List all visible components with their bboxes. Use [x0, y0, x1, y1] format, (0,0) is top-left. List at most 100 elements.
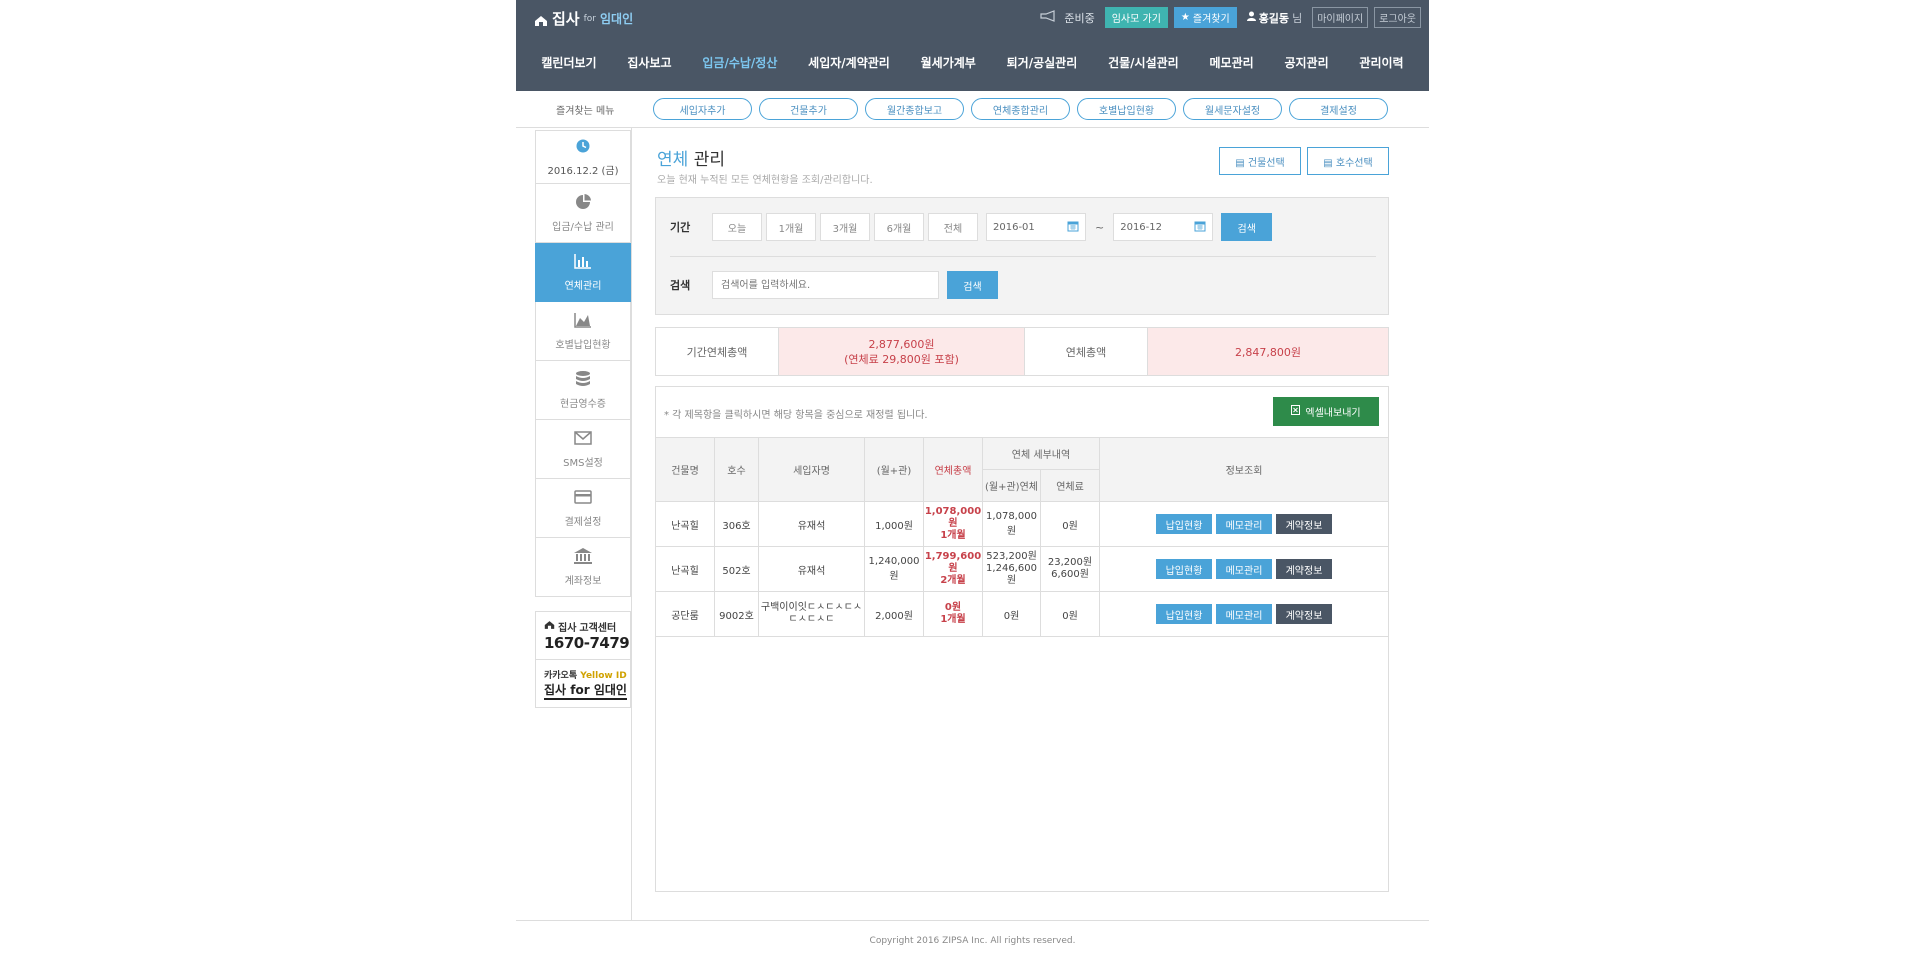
main-nav: 캘린더보기 집사보고 입금/수납/정산 세입자/계약관리 월세가계부 퇴거/공실… — [516, 44, 1429, 80]
period-1m[interactable]: 1개월 — [766, 213, 816, 241]
search-input[interactable] — [712, 271, 939, 299]
page-wrapper: 집사 for 임대인 준비중 임사모 가기 ★ 즐겨찾기 홍길동 님 마이페이지… — [516, 0, 1429, 968]
sidebar-item-overdue[interactable]: 연체관리 — [535, 243, 631, 302]
sidebar-item-account-info[interactable]: 계좌정보 — [535, 538, 631, 597]
contract-info-button[interactable]: 계약정보 — [1276, 514, 1332, 534]
logout-button[interactable]: 로그아웃 — [1374, 7, 1421, 28]
sidebar-item-sms[interactable]: SMS설정 — [535, 420, 631, 479]
fav-overdue-management[interactable]: 연체종합관리 — [971, 98, 1070, 120]
calendar-icon[interactable] — [1194, 220, 1206, 235]
col-overdue-detail[interactable]: 연체 세부내역 — [982, 437, 1100, 470]
cell-detail-rent: 0원 — [982, 591, 1041, 637]
nav-tenants[interactable]: 세입자/계약관리 — [808, 54, 890, 71]
pay-status-button[interactable]: 납입현황 — [1156, 559, 1212, 579]
page-title-highlight: 연체 — [657, 150, 689, 170]
fav-add-tenant[interactable]: 세입자추가 — [653, 98, 752, 120]
nav-memo[interactable]: 메모관리 — [1209, 54, 1253, 71]
keyword-search-button[interactable]: 검색 — [947, 271, 998, 299]
nav-calendar[interactable]: 캘린더보기 — [541, 54, 596, 71]
pay-status-button[interactable]: 납입현황 — [1156, 514, 1212, 534]
nav-buildings[interactable]: 건물/시설관리 — [1108, 54, 1179, 71]
date-to-input[interactable]: 2016-12 — [1113, 213, 1214, 241]
memo-button[interactable]: 메모관리 — [1216, 514, 1272, 534]
contract-info-button[interactable]: 계약정보 — [1276, 604, 1332, 624]
memo-button[interactable]: 메모관리 — [1216, 604, 1272, 624]
cell-detail-rent: 1,078,000원 — [982, 501, 1041, 547]
nav-report[interactable]: 집사보고 — [627, 54, 671, 71]
page-subtitle: 오늘 현재 누적된 모든 연체현황을 조회/관리합니다. — [657, 175, 873, 186]
kakao-name: 집사 for 임대인 — [544, 681, 627, 700]
nav-ledger[interactable]: 월세가계부 — [921, 54, 976, 71]
sidebar-item-cash-receipt[interactable]: 현금영수증 — [535, 361, 631, 420]
period-total-label: 기간연체총액 — [686, 345, 748, 359]
nav-payments[interactable]: 입금/수납/정산 — [702, 54, 777, 71]
go-community-button[interactable]: 임사모 가기 — [1104, 7, 1168, 28]
document-icon: ▤ — [1323, 157, 1333, 169]
bar-chart-icon — [573, 252, 593, 273]
col-building[interactable]: 건물명 — [655, 437, 715, 502]
sidebar-divider — [631, 128, 632, 920]
detail-fee-2: 6,600원 — [1051, 569, 1089, 580]
period-search-button[interactable]: 검색 — [1221, 213, 1273, 241]
cell-detail-fee: 0원 — [1040, 591, 1100, 637]
pie-chart-icon — [573, 193, 593, 214]
megaphone-icon — [1040, 10, 1058, 25]
cell-unit: 502호 — [714, 546, 759, 592]
col-unit[interactable]: 호수 — [714, 437, 759, 502]
sidebar-item-payments[interactable]: 입금/수납 관리 — [535, 184, 631, 243]
pay-status-button[interactable]: 납입현황 — [1156, 604, 1212, 624]
col-overdue-total[interactable]: 연체총액 — [923, 437, 983, 502]
favorites-button[interactable]: ★ 즐겨찾기 — [1173, 7, 1237, 28]
date-from-value: 2016-01 — [993, 221, 1035, 233]
period-total-value: 2,877,600원 (연체료 29,800원 포함) — [778, 328, 1025, 375]
date-from-input[interactable]: 2016-01 — [986, 213, 1086, 241]
memo-button[interactable]: 메모관리 — [1216, 559, 1272, 579]
cs-phone-box[interactable]: 집사 고객센터 1670-7479 — [536, 612, 630, 660]
cs-title: 집사 고객센터 — [544, 619, 616, 634]
unit-select-button[interactable]: ▤ 호수선택 — [1307, 147, 1389, 175]
col-detail-rent[interactable]: (월+관)연체 — [982, 469, 1041, 502]
period-all[interactable]: 전체 — [928, 213, 978, 241]
overdue-table: 건물명 호수 세입자명 (월+관) 연체총액 연체 세부내역 정보조회 (월+관… — [655, 437, 1389, 637]
sidebar-item-unit-payments[interactable]: 호별납입현황 — [535, 302, 631, 361]
period-6m[interactable]: 6개월 — [874, 213, 924, 241]
col-rent[interactable]: (월+관) — [864, 437, 924, 502]
contract-info-button[interactable]: 계약정보 — [1276, 559, 1332, 579]
sidebar-item-payment-settings[interactable]: 결제설정 — [535, 479, 631, 538]
cell-rent: 2,000원 — [864, 591, 924, 637]
fav-add-building[interactable]: 건물추가 — [759, 98, 858, 120]
calendar-icon[interactable] — [1067, 220, 1079, 235]
col-tenant[interactable]: 세입자명 — [758, 437, 865, 502]
sidebar-item-label: 연체관리 — [564, 281, 602, 292]
building-select-button[interactable]: ▤ 건물선택 — [1219, 147, 1301, 175]
logo[interactable]: 집사 for 임대인 — [534, 8, 633, 29]
col-detail-fee[interactable]: 연체료 — [1040, 469, 1100, 502]
nav-history[interactable]: 관리이력 — [1359, 54, 1403, 71]
mypage-button[interactable]: 마이페이지 — [1312, 7, 1369, 28]
fav-monthly-report[interactable]: 월간종합보고 — [865, 98, 964, 120]
nav-vacancy[interactable]: 퇴거/공실관리 — [1007, 54, 1078, 71]
overdue-total-value: 2,847,800원 — [1147, 328, 1388, 375]
footer: Copyright 2016 ZIPSA Inc. All rights res… — [516, 920, 1429, 969]
fav-sms-settings[interactable]: 월세문자설정 — [1183, 98, 1282, 120]
sidebar-item-label: SMS설정 — [563, 458, 603, 469]
tenant-name-2: ㄷㅅㄷㅅㄷ — [788, 614, 835, 625]
kakao-label: 카카오톡 — [544, 670, 578, 681]
fav-payment-settings[interactable]: 결제설정 — [1289, 98, 1388, 120]
overdue-amount: 0원 — [944, 602, 962, 613]
sidebar-item-label: 결제설정 — [564, 517, 602, 528]
table-row: 난곡힐 306호 유재석 1,000원 1,078,000원 1개월 1,078… — [655, 501, 1389, 547]
user-name: 홍길동 — [1258, 11, 1290, 25]
keyword-row: 검색 검색 — [670, 271, 998, 299]
period-3m[interactable]: 3개월 — [820, 213, 870, 241]
kakao-box[interactable]: 카카오톡 Yellow ID 집사 for 임대인 — [536, 660, 630, 707]
cell-tenant: 유재석 — [758, 546, 865, 592]
excel-export-button[interactable]: 엑셀내보내기 — [1273, 397, 1379, 426]
envelope-icon — [573, 429, 593, 450]
period-today[interactable]: 오늘 — [712, 213, 762, 241]
nav-notices[interactable]: 공지관리 — [1284, 54, 1328, 71]
logo-sub: 임대인 — [599, 12, 634, 26]
fav-unit-payments[interactable]: 호별납입현황 — [1077, 98, 1176, 120]
overdue-months: 2개월 — [940, 575, 966, 586]
sidebar-item-label: 입금/수납 관리 — [552, 222, 614, 233]
